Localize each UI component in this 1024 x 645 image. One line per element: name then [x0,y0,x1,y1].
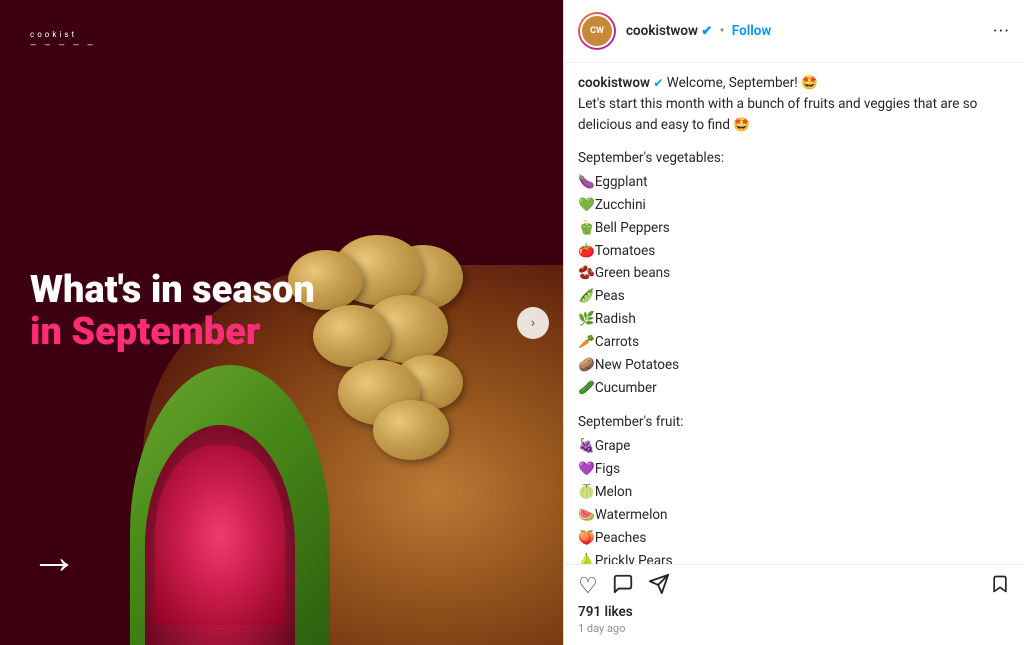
separator-dot: • [720,23,725,39]
post-body: Let's start this month with a bunch of f… [578,96,977,133]
more-options-button[interactable]: ··· [993,21,1010,42]
share-button[interactable] [648,573,670,600]
avatar-inner: CW [580,14,614,48]
cookist-logo: cookist — — — — — [30,28,96,50]
post-text: cookistwow ✔ Welcome, September! 🤩 Let's… [578,73,1010,564]
fruits-title: September's fruit: [578,412,1010,433]
headline-block: What's in season in September [30,270,315,354]
next-slide-arrow[interactable]: › [517,307,549,339]
veg-5: 🫘Green beans [578,262,1010,285]
time-ago: 1 day ago [578,622,1010,635]
veg-9: 🥔New Potatoes [578,354,1010,377]
veg-8: 🥕Carrots [578,331,1010,354]
veg-2: 💚Zucchini [578,194,1010,217]
post-content: cookistwow ✔ Welcome, September! 🤩 Let's… [564,63,1024,564]
headline-line2: in September [30,312,315,354]
potato-5 [313,305,391,367]
veg-7: 🌿Radish [578,308,1010,331]
comment-button[interactable] [612,573,634,600]
left-panel: cookist — — — — — What's in season in Se… [0,0,563,645]
fruit-1: 🍇Grape [578,435,1010,458]
likes-count: 791 likes [578,604,1010,620]
action-icons-row: ♡ [578,573,1010,600]
right-panel: CW cookistwow ✔ • Follow ··· cookistwow … [563,0,1024,645]
fruit-5: 🍑Peaches [578,527,1010,550]
fruit-3: 🍈Melon [578,481,1010,504]
fruit-4: 🍉Watermelon [578,504,1010,527]
post-header: CW cookistwow ✔ • Follow ··· [564,0,1024,63]
like-button[interactable]: ♡ [578,574,598,599]
post-actions: ♡ 791 likes 1 day ago [564,564,1024,645]
veg-10: 🥒Cucumber [578,377,1010,400]
username-text: cookistwow [626,23,698,39]
vegetables-title: September's vegetables: [578,148,1010,169]
logo-text: cookist [30,30,96,39]
fruit-2: 💜Figs [578,458,1010,481]
fig-seeds [155,445,285,625]
veg-3: 🫑Bell Peppers [578,217,1010,240]
post-intro: Welcome, September! 🤩 [667,75,818,91]
logo-underline: — — — — — [30,41,96,50]
potato-8 [373,400,449,460]
arrow-button[interactable]: → [30,528,78,585]
veg-1: 🍆Eggplant [578,171,1010,194]
fruit-6: 🍐Prickly Pears [578,550,1010,564]
veg-4: 🍅Tomatoes [578,240,1010,263]
verified-badge: ✔ [701,24,712,39]
veg-6: 🫛Peas [578,285,1010,308]
inline-username: cookistwow [578,75,650,91]
inline-verified: ✔ [653,76,663,90]
potato-area [283,235,543,465]
headline-line1: What's in season [30,270,315,312]
avatar: CW [578,12,616,50]
follow-button[interactable]: Follow [732,23,772,39]
save-button[interactable] [990,573,1010,600]
header-username: cookistwow ✔ • Follow [626,23,979,39]
